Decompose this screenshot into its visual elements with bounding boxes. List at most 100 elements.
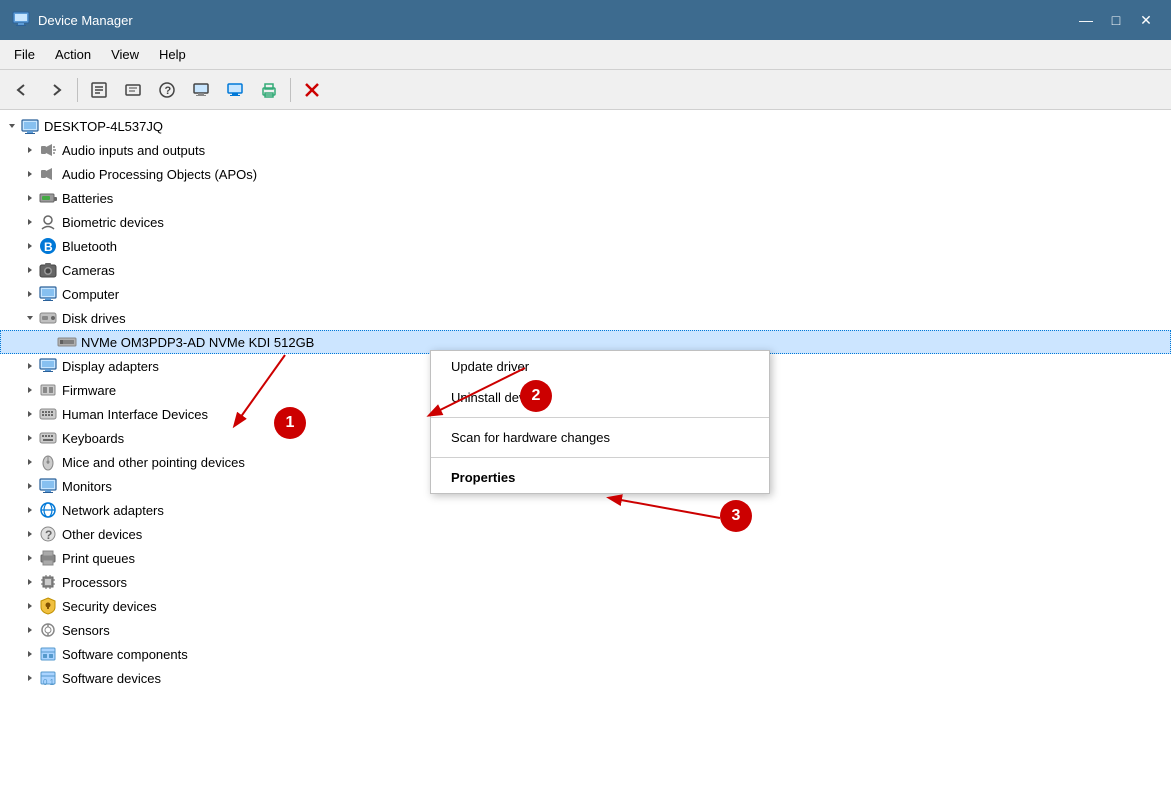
expand-icon-cameras[interactable] xyxy=(22,262,38,278)
tree-item-cameras[interactable]: Cameras xyxy=(0,258,1171,282)
expand-icon-print[interactable] xyxy=(22,550,38,566)
close-button[interactable]: ✕ xyxy=(1133,7,1159,33)
window-controls: — □ ✕ xyxy=(1073,7,1159,33)
expand-icon-monitors[interactable] xyxy=(22,478,38,494)
tree-label-softcomp: Software components xyxy=(62,647,188,662)
tree-item-softcomp[interactable]: Software components xyxy=(0,642,1171,666)
back-button[interactable] xyxy=(6,74,38,106)
expand-icon-computer[interactable] xyxy=(22,286,38,302)
expand-icon-batteries[interactable] xyxy=(22,190,38,206)
expand-icon-diskdrives[interactable] xyxy=(22,310,38,326)
tree-label-audio: Audio inputs and outputs xyxy=(62,143,205,158)
menu-bar: File Action View Help xyxy=(0,40,1171,70)
tree-label-batteries: Batteries xyxy=(62,191,113,206)
tree-icon-batteries xyxy=(38,188,58,208)
help-button[interactable]: ? xyxy=(151,74,183,106)
tree-label-sensors: Sensors xyxy=(62,623,110,638)
svg-text:?: ? xyxy=(45,528,52,542)
expand-icon-mice[interactable] xyxy=(22,454,38,470)
expand-icon-keyboards[interactable] xyxy=(22,430,38,446)
tree-label-biometric: Biometric devices xyxy=(62,215,164,230)
context-menu-separator-2 xyxy=(431,457,769,458)
expand-icon-network[interactable] xyxy=(22,502,38,518)
tree-label-network: Network adapters xyxy=(62,503,164,518)
expand-icon-softdev[interactable] xyxy=(22,670,38,686)
tree-icon-softdev: 0 1 xyxy=(38,668,58,688)
tree-icon-cameras xyxy=(38,260,58,280)
annotation-3: 3 xyxy=(720,500,752,532)
tree-icon-keyboards xyxy=(38,428,58,448)
tree-icon-apo xyxy=(38,164,58,184)
tree-item-security[interactable]: Security devices xyxy=(0,594,1171,618)
tree-icon-hid xyxy=(38,404,58,424)
minimize-button[interactable]: — xyxy=(1073,7,1099,33)
toolbar-sep-2 xyxy=(290,78,291,102)
tree-label-diskdrives: Disk drives xyxy=(62,311,126,326)
tree-item-bluetooth[interactable]: B Bluetooth xyxy=(0,234,1171,258)
tree-icon-security xyxy=(38,596,58,616)
expand-icon-bluetooth[interactable] xyxy=(22,238,38,254)
tree-label-bluetooth: Bluetooth xyxy=(62,239,117,254)
window-title: Device Manager xyxy=(38,13,1065,28)
expand-icon-other[interactable] xyxy=(22,526,38,542)
svg-text:B: B xyxy=(44,240,53,254)
main-content: DESKTOP-4L537JQ Audio inputs and outputs A… xyxy=(0,110,1171,811)
expand-icon-sensors[interactable] xyxy=(22,622,38,638)
tree-item-diskdrives[interactable]: Disk drives xyxy=(0,306,1171,330)
expand-icon-audio[interactable] xyxy=(22,142,38,158)
properties-view-button[interactable] xyxy=(83,74,115,106)
remove-button[interactable] xyxy=(296,74,328,106)
forward-button[interactable] xyxy=(40,74,72,106)
expand-icon-apo[interactable] xyxy=(22,166,38,182)
menu-help[interactable]: Help xyxy=(149,43,196,66)
menu-action[interactable]: Action xyxy=(45,43,101,66)
expand-icon-root[interactable] xyxy=(4,118,20,134)
tree-item-apo[interactable]: Audio Processing Objects (APOs) xyxy=(0,162,1171,186)
expand-icon-processors[interactable] xyxy=(22,574,38,590)
expand-icon-security[interactable] xyxy=(22,598,38,614)
svg-text:?: ? xyxy=(165,85,172,97)
tree-icon-bluetooth: B xyxy=(38,236,58,256)
tree-label-apo: Audio Processing Objects (APOs) xyxy=(62,167,257,182)
tree-label-monitors: Monitors xyxy=(62,479,112,494)
tree-label-firmware: Firmware xyxy=(62,383,116,398)
tree-item-processors[interactable]: Processors xyxy=(0,570,1171,594)
tree-item-computer[interactable]: Computer xyxy=(0,282,1171,306)
svg-text:0 1: 0 1 xyxy=(43,678,55,687)
tree-label-mice: Mice and other pointing devices xyxy=(62,455,245,470)
tree-item-biometric[interactable]: Biometric devices xyxy=(0,210,1171,234)
tree-item-softdev[interactable]: 0 1 Software devices xyxy=(0,666,1171,690)
tree-icon-computer xyxy=(38,284,58,304)
tree-label-cameras: Cameras xyxy=(62,263,115,278)
tree-label-display: Display adapters xyxy=(62,359,159,374)
menu-view[interactable]: View xyxy=(101,43,149,66)
expand-icon-biometric[interactable] xyxy=(22,214,38,230)
tree-icon-biometric xyxy=(38,212,58,232)
tree-icon-processors xyxy=(38,572,58,592)
tree-item-print[interactable]: Print queues xyxy=(0,546,1171,570)
tree-item-batteries[interactable]: Batteries xyxy=(0,186,1171,210)
toolbar: ? xyxy=(0,70,1171,110)
tree-label-processors: Processors xyxy=(62,575,127,590)
resources-button[interactable] xyxy=(117,74,149,106)
tree-icon-audio xyxy=(38,140,58,160)
tree-item-sensors[interactable]: Sensors xyxy=(0,618,1171,642)
expand-icon-display[interactable] xyxy=(22,358,38,374)
tree-item-audio[interactable]: Audio inputs and outputs xyxy=(0,138,1171,162)
tree-label-computer: Computer xyxy=(62,287,119,302)
expand-icon-hid[interactable] xyxy=(22,406,38,422)
tree-icon-network xyxy=(38,500,58,520)
print-button[interactable] xyxy=(253,74,285,106)
tree-label-softdev: Software devices xyxy=(62,671,161,686)
maximize-button[interactable]: □ xyxy=(1103,7,1129,33)
menu-file[interactable]: File xyxy=(4,43,45,66)
tree-label-keyboards: Keyboards xyxy=(62,431,124,446)
driver-view-button[interactable] xyxy=(185,74,217,106)
tree-label-root: DESKTOP-4L537JQ xyxy=(44,119,163,134)
computer-button[interactable] xyxy=(219,74,251,106)
tree-item-root[interactable]: DESKTOP-4L537JQ xyxy=(0,114,1171,138)
expand-icon-firmware[interactable] xyxy=(22,382,38,398)
expand-icon-softcomp[interactable] xyxy=(22,646,38,662)
annotation-1: 1 xyxy=(274,407,306,439)
tree-label-print: Print queues xyxy=(62,551,135,566)
